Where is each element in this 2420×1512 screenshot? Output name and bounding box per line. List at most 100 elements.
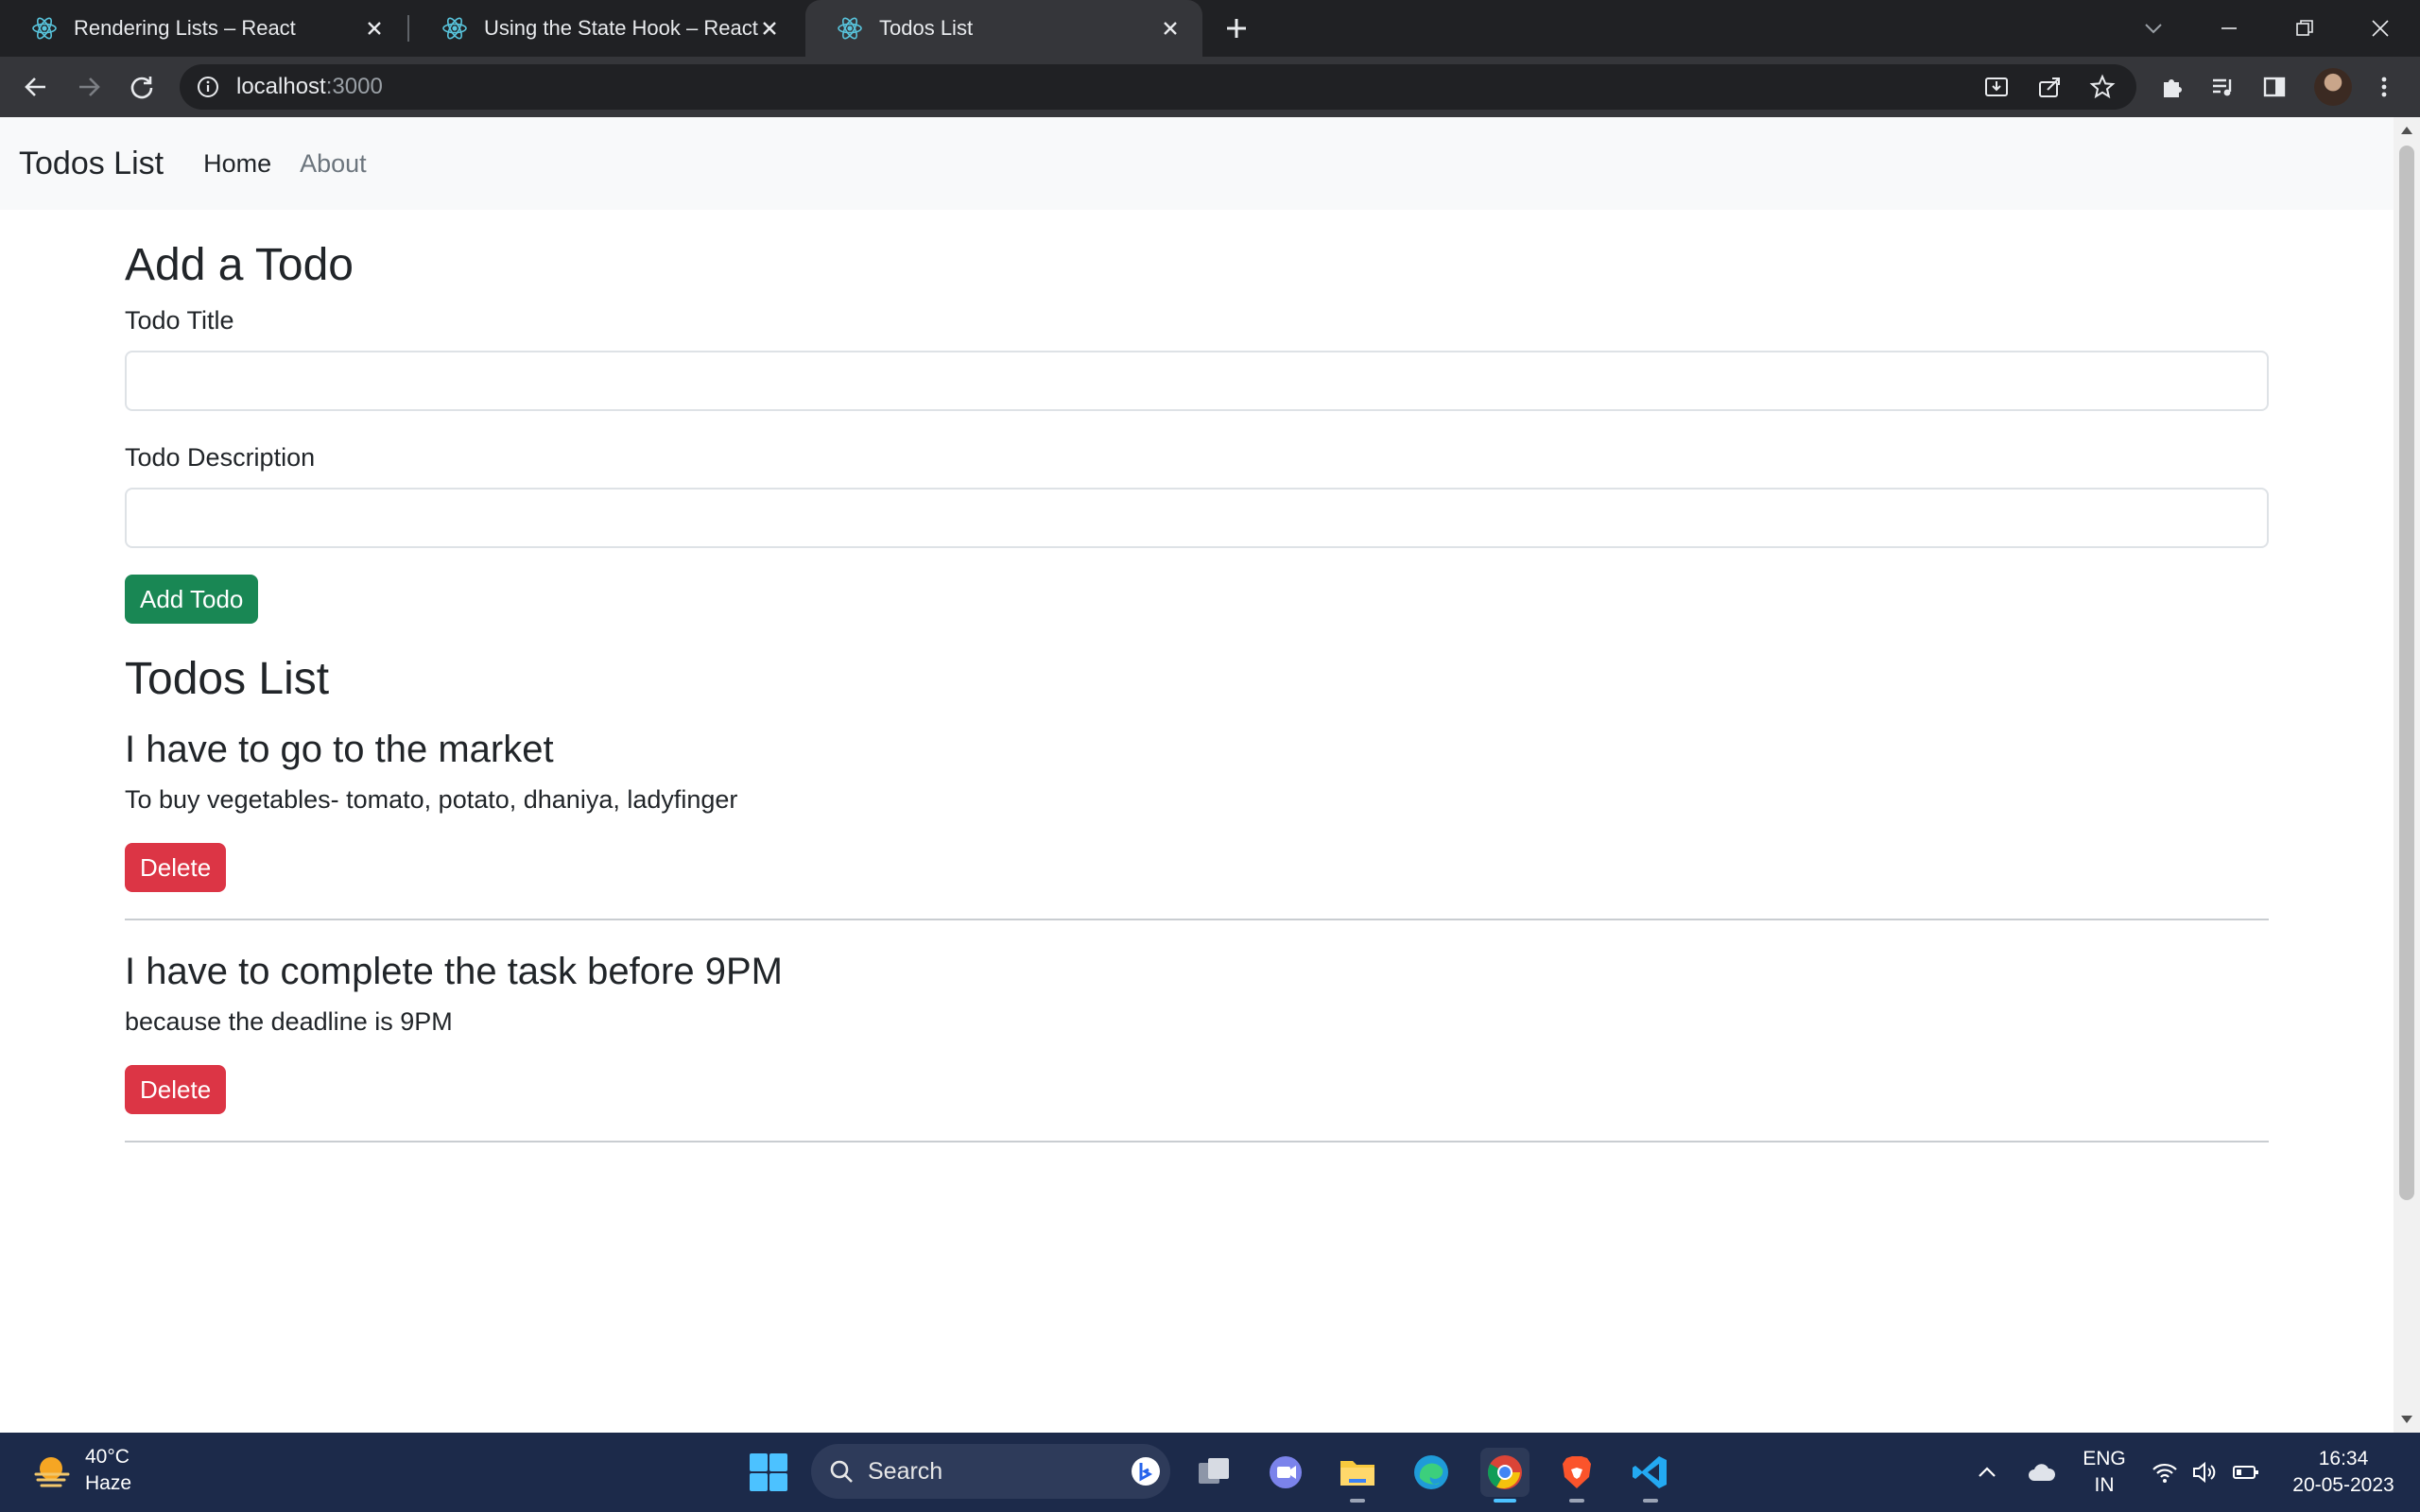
chrome-browser-button[interactable] [1480,1448,1530,1503]
close-tab-icon[interactable] [359,13,389,43]
close-window-button[interactable] [2360,8,2401,49]
url-host: localhost [236,74,326,99]
browser-toolbar: localhost:3000 [0,57,2420,117]
chevron-up-icon [1979,1467,1996,1477]
brave-lion-icon [1563,1456,1591,1488]
folder-icon [1340,1461,1374,1486]
todo-item-description: because the deadline is 9PM [125,1007,453,1037]
restore-button[interactable] [2284,8,2325,49]
battery-button[interactable] [2231,1457,2261,1487]
info-icon[interactable] [197,76,219,98]
page-scrollbar[interactable] [2394,117,2420,1433]
playlist-icon [2213,78,2232,96]
todo-description-input[interactable] [125,487,2269,548]
todos-list-heading: Todos List [125,653,330,704]
add-todo-button[interactable]: Add Todo [125,574,259,624]
clock[interactable]: 16:34 20-05-2023 [2273,1446,2414,1499]
install-app-icon[interactable] [1978,68,2015,106]
minimize-icon [2221,27,2237,29]
windows-taskbar: 40°C Haze Search ENG IN 16:34 20-05-2023 [0,1433,2420,1512]
vscode-button[interactable] [1626,1448,1675,1503]
bookmark-star-icon[interactable] [2083,68,2121,106]
chrome-icon [1487,1455,1522,1489]
task-view-icon [1199,1458,1229,1484]
add-todo-heading: Add a Todo [125,240,354,290]
reload-icon [130,77,153,99]
file-explorer-button[interactable] [1333,1448,1382,1503]
taskbar-search[interactable]: Search [811,1444,1170,1499]
edge-icon [1414,1455,1448,1489]
bing-chat-icon[interactable] [1131,1456,1161,1486]
haze-sun-icon[interactable] [32,1452,72,1491]
teams-chat-button[interactable] [1261,1448,1310,1497]
todo-divider [125,919,2269,921]
share-icon[interactable] [2031,68,2068,106]
nav-link-home[interactable]: Home [203,149,271,179]
close-icon [2372,20,2389,37]
todo-item: I have to go to the market To buy vegeta… [125,727,2269,921]
clock-date: 20-05-2023 [2292,1474,2394,1496]
delete-todo-button[interactable]: Delete [125,1065,227,1115]
address-bar[interactable]: localhost:3000 [180,64,2136,110]
kebab-menu-icon [2381,77,2387,97]
todo-item-description: To buy vegetables- tomato, potato, dhani… [125,785,738,815]
tab-state-hook[interactable]: Using the State Hook – React [410,0,802,57]
scroll-down-arrow-icon[interactable] [2401,1416,2412,1423]
browser-tab-strip: Rendering Lists – React Using the State … [0,0,2420,57]
reload-button[interactable] [123,68,161,106]
region-code: IN [2094,1474,2115,1496]
speaker-icon [2193,1461,2216,1484]
tab-search-button[interactable] [2133,8,2174,49]
browser-menu-button[interactable] [2365,68,2403,106]
delete-todo-button[interactable]: Delete [125,843,227,893]
media-controls-button[interactable] [2204,68,2242,106]
tab-title: Todos List [879,16,974,40]
close-tab-icon[interactable] [754,13,785,43]
task-view-button[interactable] [1189,1448,1238,1497]
site-navbar: Todos List Home About [0,117,2394,210]
todo-title-input[interactable] [125,350,2269,411]
tab-title: Rendering Lists – React [74,16,296,40]
chat-icon [1270,1456,1302,1488]
todo-title-label: Todo Title [125,305,234,335]
puzzle-icon [2164,79,2182,97]
new-tab-button[interactable] [1219,11,1253,45]
input-language[interactable]: ENG IN [2076,1446,2133,1499]
wifi-button[interactable] [2150,1457,2180,1487]
weather-condition[interactable]: Haze [85,1472,131,1495]
profile-avatar[interactable] [2314,68,2352,106]
running-indicator [1350,1499,1365,1503]
minimize-button[interactable] [2208,8,2250,49]
scroll-up-arrow-icon[interactable] [2401,127,2412,134]
todo-item-title: I have to complete the task before 9PM [125,951,783,993]
forward-button[interactable] [70,68,108,106]
edge-browser-button[interactable] [1407,1448,1456,1497]
side-panel-button[interactable] [2256,68,2293,106]
windows-logo-icon [750,1453,787,1491]
tab-todos-list[interactable]: Todos List [805,0,1202,57]
close-tab-icon[interactable] [1155,13,1185,43]
cloud-icon [2029,1464,2056,1481]
arrow-left-icon [25,77,45,96]
todo-item-title: I have to go to the market [125,729,554,771]
nav-link-about[interactable]: About [300,149,367,179]
onedrive-button[interactable] [2027,1457,2057,1487]
show-hidden-icons-button[interactable] [1972,1457,2002,1487]
weather-temperature[interactable]: 40°C [85,1446,130,1469]
todos-list-section: Todos List I have to go to the market To… [125,652,2269,1143]
brave-browser-button[interactable] [1552,1448,1601,1503]
navbar-brand[interactable]: Todos List [19,146,164,182]
back-button[interactable] [17,68,55,106]
url-port: :3000 [325,74,383,99]
arrow-right-icon [79,77,100,96]
scrollbar-thumb[interactable] [2399,146,2414,1200]
tab-rendering-lists[interactable]: Rendering Lists – React [0,0,406,57]
vscode-icon [1633,1456,1667,1488]
side-panel-icon [2263,77,2286,97]
start-button[interactable] [744,1448,793,1497]
search-icon [830,1460,853,1483]
language-code: ENG [2083,1448,2126,1469]
extensions-button[interactable] [2153,68,2191,106]
url-text: localhost:3000 [236,74,383,100]
volume-button[interactable] [2189,1457,2220,1487]
